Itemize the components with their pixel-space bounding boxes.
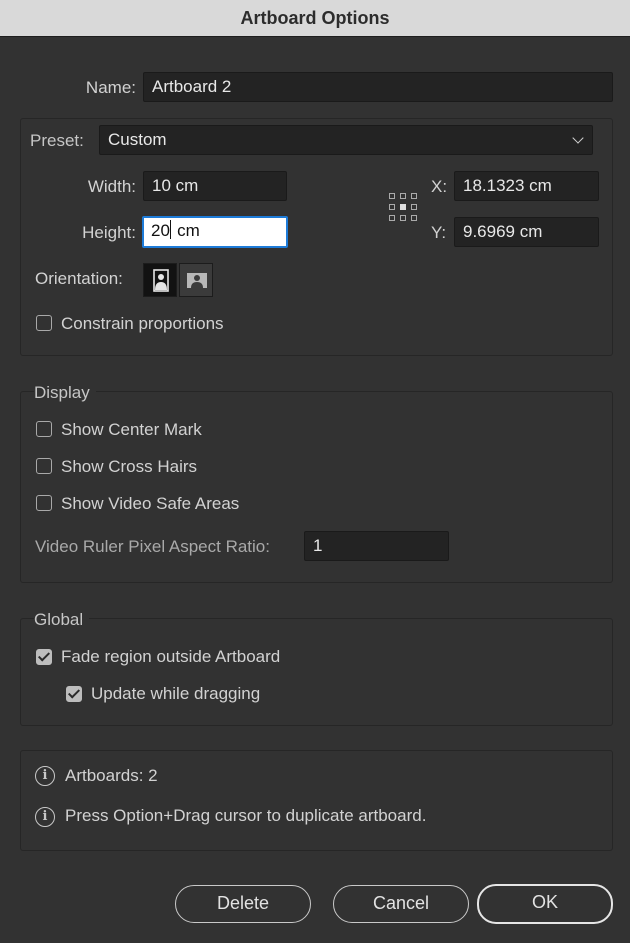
global-group	[20, 618, 613, 726]
portrait-button[interactable]	[143, 263, 177, 297]
constrain-checkbox[interactable]	[36, 315, 52, 331]
landscape-button[interactable]	[179, 263, 213, 297]
x-field[interactable]: 18.1323 cm	[454, 171, 599, 201]
window-title: Artboard Options	[240, 7, 390, 28]
cross-hairs-label: Show Cross Hairs	[61, 457, 198, 476]
delete-button[interactable]: Delete	[175, 885, 311, 923]
y-field[interactable]: 9.6969 cm	[454, 217, 599, 247]
option-drag-hint: Press Option+Drag cursor to duplicate ar…	[65, 806, 427, 825]
width-label: Width:	[87, 177, 136, 196]
center-mark-checkbox[interactable]	[36, 421, 52, 437]
orientation-label: Orientation:	[35, 269, 123, 288]
preset-select[interactable]: Custom	[99, 125, 593, 155]
landscape-icon	[187, 273, 207, 288]
video-safe-label: Show Video Safe Areas	[61, 494, 240, 513]
info-icon: i	[35, 766, 55, 786]
x-label: X:	[431, 177, 448, 196]
title-bar: Artboard Options	[0, 0, 630, 37]
y-label: Y:	[431, 223, 447, 242]
video-safe-checkbox[interactable]	[36, 495, 52, 511]
cross-hairs-checkbox[interactable]	[36, 458, 52, 474]
update-drag-label: Update while dragging	[91, 684, 261, 703]
pixel-ratio-field[interactable]: 1	[304, 531, 449, 561]
global-title: Global	[34, 610, 90, 630]
reference-point-icon[interactable]	[389, 193, 417, 221]
height-label: Height:	[82, 223, 136, 242]
pixel-ratio-label: Video Ruler Pixel Aspect Ratio:	[35, 537, 270, 556]
preset-value: Custom	[108, 130, 167, 149]
name-label: Name:	[85, 78, 136, 97]
info-icon: i	[35, 807, 55, 827]
fade-label: Fade region outside Artboard	[61, 647, 281, 666]
height-value-before-caret: 20	[151, 221, 170, 240]
portrait-icon	[153, 269, 169, 292]
artboards-count: Artboards: 2	[65, 766, 158, 785]
preset-label: Preset:	[30, 131, 88, 151]
center-mark-label: Show Center Mark	[61, 420, 202, 439]
height-value-after-caret: cm	[172, 221, 200, 240]
update-drag-checkbox[interactable]	[66, 686, 82, 702]
height-field[interactable]: 20 cm	[142, 216, 288, 248]
display-title: Display	[34, 383, 96, 403]
constrain-label: Constrain proportions	[61, 314, 224, 333]
fade-checkbox[interactable]	[36, 649, 52, 665]
width-field[interactable]: 10 cm	[143, 171, 287, 201]
name-field[interactable]: Artboard 2	[143, 72, 613, 102]
cancel-button[interactable]: Cancel	[333, 885, 469, 923]
chevron-down-icon	[572, 132, 584, 144]
ok-button[interactable]: OK	[477, 884, 613, 924]
